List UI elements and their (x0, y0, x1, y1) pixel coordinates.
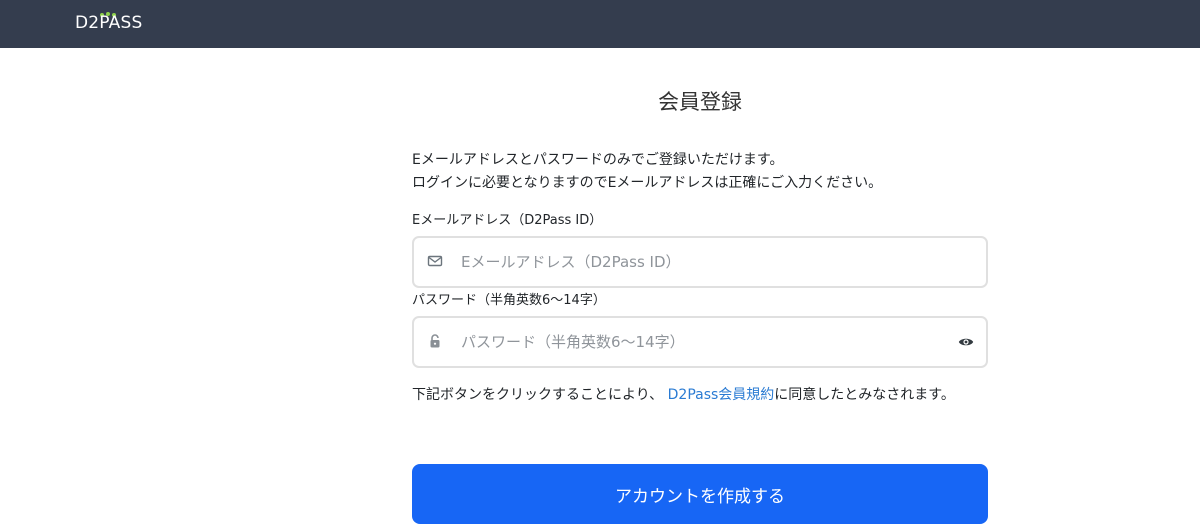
envelope-icon (427, 255, 443, 267)
password-label: パスワード（半角英数6〜14字） (412, 293, 606, 308)
top-navbar: D2PASS (0, 0, 1200, 48)
password-input[interactable] (461, 326, 931, 358)
agreement-text: 下記ボタンをクリックすることにより、 D2Pass会員規約に同意したとみなされま… (412, 384, 992, 407)
email-input[interactable] (461, 246, 931, 278)
email-field[interactable] (412, 236, 988, 288)
intro-line-1: Eメールアドレスとパスワードのみでご登録いただけます。 (412, 152, 784, 168)
intro-text: Eメールアドレスとパスワードのみでご登録いただけます。 ログインに必要となります… (412, 149, 988, 195)
create-account-button[interactable]: アカウントを作成する (412, 464, 988, 524)
eye-icon[interactable] (958, 335, 974, 349)
page-title: 会員登録 (658, 90, 742, 114)
d2pass-logo[interactable]: D2PASS (75, 13, 142, 33)
terms-link[interactable]: D2Pass会員規約 (668, 387, 775, 403)
email-label: Eメールアドレス（D2Pass ID） (412, 213, 603, 228)
password-field[interactable] (412, 316, 988, 368)
lock-icon (430, 334, 440, 348)
intro-line-2: ログインに必要となりますのでEメールアドレスは正確にご入力ください。 (412, 175, 883, 191)
agreement-before-link: 下記ボタンをクリックすることにより、 (412, 387, 664, 403)
agreement-after-link: に同意したとみなされます。 (774, 387, 955, 403)
